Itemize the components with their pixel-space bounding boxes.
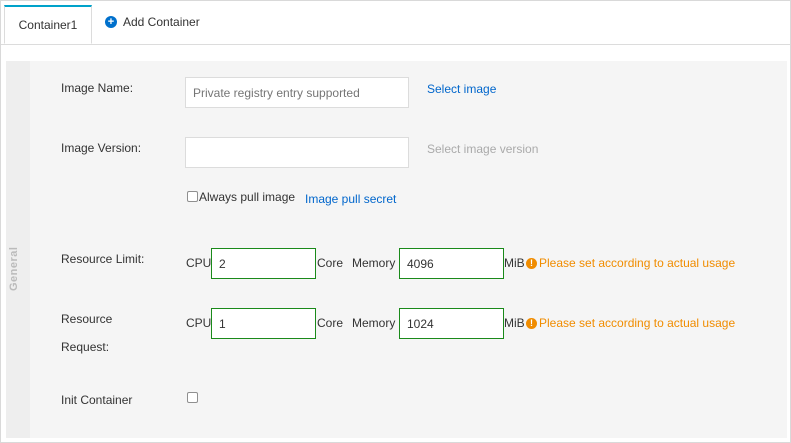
add-container-button[interactable]: + Add Container [105, 13, 200, 31]
init-container-checkbox[interactable] [187, 392, 198, 403]
request-memory-value: 1024 [407, 316, 434, 331]
request-cpu-unit: Core [317, 316, 344, 330]
image-version-label: Image Version: [61, 141, 142, 155]
limit-memory-label: Memory [352, 256, 396, 270]
limit-memory-value: 4096 [407, 256, 434, 271]
always-pull-checkbox[interactable] [187, 191, 198, 202]
limit-cpu-input[interactable]: 2 [211, 248, 316, 279]
limit-cpu-value: 2 [219, 256, 226, 271]
limit-memory-input[interactable]: 4096 [399, 248, 504, 279]
limit-usage-hint-text: Please set according to actual usage [539, 256, 736, 270]
resource-request-label-line1: Resource [61, 312, 113, 326]
request-usage-hint: ! Please set according to actual usage [526, 316, 735, 330]
general-form: Image Name: Select image Image Version: … [30, 61, 787, 438]
limit-cpu-unit: Core [317, 256, 344, 270]
resource-limit-label: Resource Limit: [61, 252, 145, 266]
request-cpu-input[interactable]: 1 [211, 308, 316, 339]
add-container-label: Add Container [123, 15, 200, 29]
request-usage-hint-text: Please set according to actual usage [539, 316, 736, 330]
tab-container1-label: Container1 [18, 18, 78, 32]
image-version-input[interactable] [185, 137, 409, 168]
select-image-version-link: Select image version [427, 142, 539, 156]
image-name-input[interactable] [185, 77, 409, 108]
info-icon: ! [526, 317, 537, 329]
section-sidebar: General [6, 61, 30, 438]
request-memory-label: Memory [352, 316, 396, 330]
init-container-label: Init Container [61, 393, 133, 407]
container-tabbar: Container1 + Add Container [1, 1, 790, 45]
request-memory-unit: MiB [504, 316, 525, 330]
container-config-panel: Container1 + Add Container General Image… [0, 0, 791, 443]
request-cpu-label: CPU [186, 316, 212, 330]
image-name-label: Image Name: [61, 81, 134, 95]
image-pull-secret-link[interactable]: Image pull secret [305, 192, 396, 206]
limit-cpu-label: CPU [186, 256, 212, 270]
request-cpu-value: 1 [219, 316, 226, 331]
plus-circle-icon: + [105, 16, 117, 28]
resource-request-label-line2: Request: [61, 340, 110, 354]
limit-memory-unit: MiB [504, 256, 525, 270]
info-icon: ! [526, 257, 537, 269]
limit-usage-hint: ! Please set according to actual usage [526, 256, 735, 270]
select-image-link[interactable]: Select image [427, 82, 496, 96]
tab-container1[interactable]: Container1 [4, 5, 92, 44]
always-pull-label: Always pull image [199, 190, 296, 204]
section-label-general: General [8, 246, 20, 291]
request-memory-input[interactable]: 1024 [399, 308, 504, 339]
